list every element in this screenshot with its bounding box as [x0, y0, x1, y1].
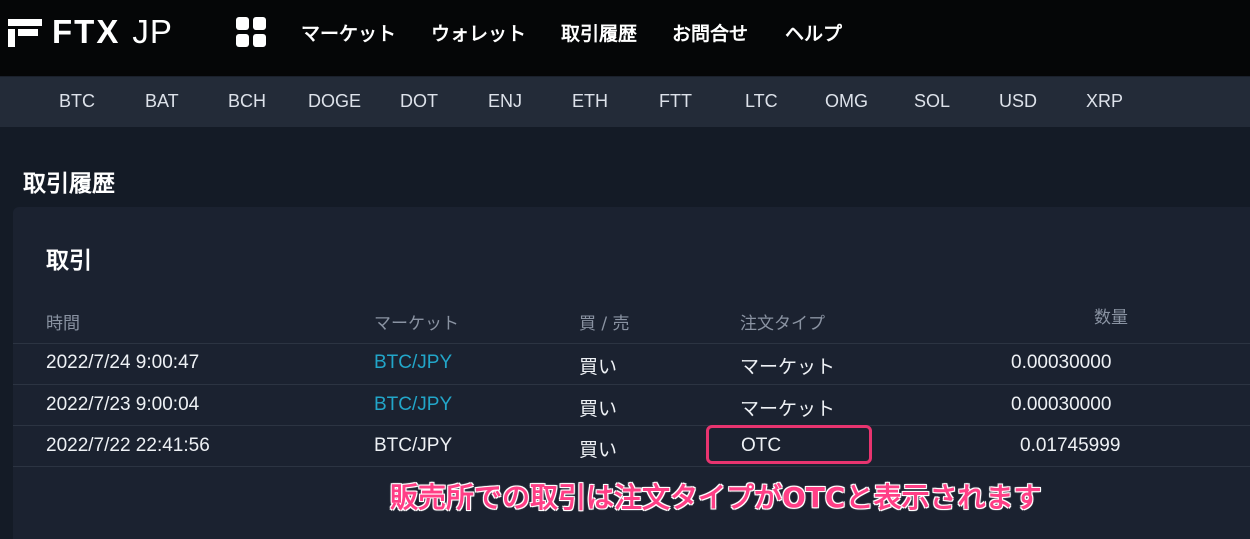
currency-btc[interactable]: BTC — [59, 91, 95, 112]
annotation-caption: 販売所での取引は注文タイプがOTCと表示されます — [390, 481, 1042, 514]
column-header-market[interactable]: マーケット — [374, 309, 459, 334]
nav-markets[interactable]: マーケット — [301, 19, 396, 46]
column-header-order-type[interactable]: 注文タイプ — [740, 309, 825, 334]
trade-market-link[interactable]: BTC/JPY — [374, 435, 452, 457]
trade-side: 買い — [579, 398, 618, 420]
otc-highlight-box — [706, 425, 872, 464]
currency-doge[interactable]: DOGE — [308, 91, 361, 112]
trade-market-link[interactable]: BTC/JPY — [374, 394, 452, 416]
trade-time: 2022/7/22 22:41:56 — [46, 435, 210, 456]
column-header-time[interactable]: 時間 — [46, 309, 80, 334]
trade-order-type: マーケット — [740, 356, 836, 378]
page-title: 取引履歴 — [23, 171, 115, 197]
trade-time: 2022/7/24 9:00:47 — [46, 352, 200, 373]
ftx-jp-logo[interactable]: FTX JP — [8, 13, 173, 50]
trade-quantity: 0.01745999 — [1020, 435, 1121, 456]
nav-help[interactable]: ヘルプ — [785, 19, 842, 46]
trade-side: 買い — [579, 439, 618, 461]
column-header-quantity[interactable]: 数量 — [1094, 303, 1128, 328]
currency-xrp[interactable]: XRP — [1086, 91, 1123, 112]
currency-enj[interactable]: ENJ — [488, 91, 522, 112]
nav-wallet[interactable]: ウォレット — [431, 19, 526, 46]
currency-bat[interactable]: BAT — [145, 91, 179, 112]
trades-panel-title: 取引 — [46, 248, 92, 274]
column-header-side[interactable]: 買 / 売 — [579, 309, 630, 334]
currency-bch[interactable]: BCH — [228, 91, 266, 112]
currency-ltc[interactable]: LTC — [745, 91, 778, 112]
apps-grid-icon[interactable] — [236, 17, 266, 47]
top-navigation-bar: FTX JP マーケット ウォレット 取引履歴 お問合せ ヘルプ — [0, 0, 1250, 76]
trade-market-link[interactable]: BTC/JPY — [374, 352, 452, 374]
nav-trade-history[interactable]: 取引履歴 — [561, 19, 637, 46]
trade-order-type: マーケット — [740, 398, 836, 420]
nav-contact[interactable]: お問合せ — [672, 19, 748, 46]
trade-side: 買い — [579, 356, 618, 378]
trade-time: 2022/7/23 9:00:04 — [46, 394, 200, 415]
trade-quantity: 0.00030000 — [1011, 352, 1112, 373]
currency-dot[interactable]: DOT — [400, 91, 438, 112]
currency-usd[interactable]: USD — [999, 91, 1037, 112]
trade-quantity: 0.00030000 — [1011, 394, 1112, 415]
ftx-logo-mark-icon — [8, 15, 44, 49]
currency-omg[interactable]: OMG — [825, 91, 868, 112]
currency-eth[interactable]: ETH — [572, 91, 608, 112]
currency-ftt[interactable]: FTT — [659, 91, 692, 112]
currency-sol[interactable]: SOL — [914, 91, 950, 112]
brand-name: FTX — [52, 13, 121, 50]
currency-bar: BTC BAT BCH DOGE DOT ENJ ETH FTT LTC OMG… — [0, 76, 1250, 127]
brand-region: JP — [132, 13, 173, 50]
